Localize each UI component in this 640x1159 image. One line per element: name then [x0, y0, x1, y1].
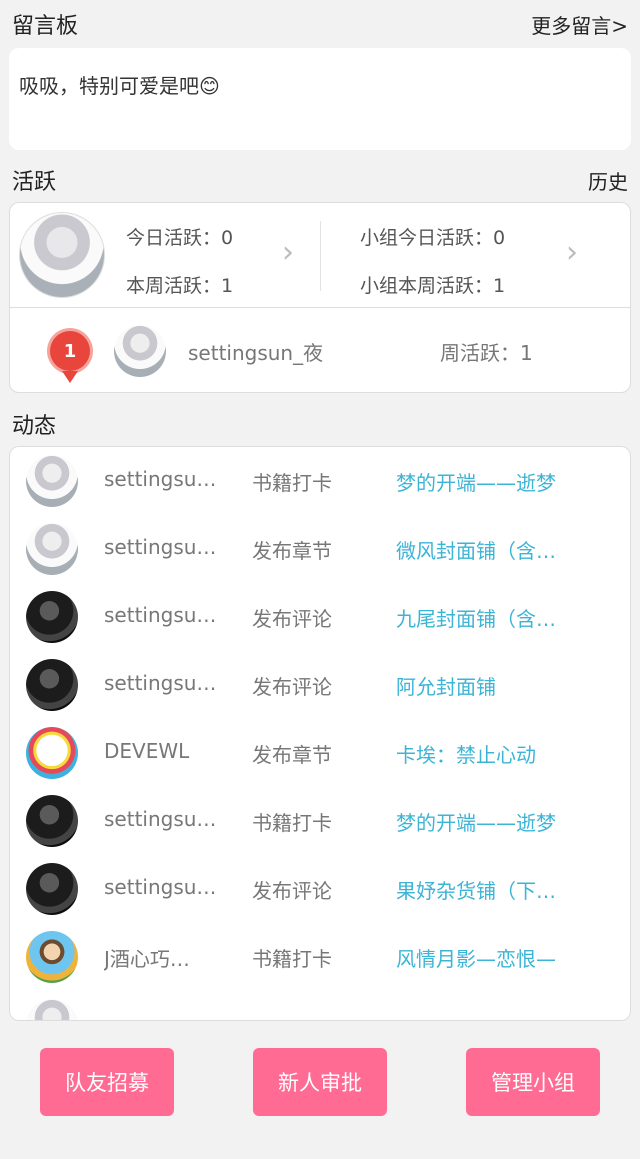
list-item[interactable]: settingsu… 书籍打卡 梦的开端——逝梦	[10, 787, 630, 855]
feed-target-link[interactable]: 梦的开端——逝梦	[396, 807, 596, 836]
group-today-activity: 小组今日活跃：0	[360, 227, 506, 249]
rank-row[interactable]: 1 settingsun_夜 周活跃：1	[10, 309, 630, 393]
rank-week-activity: 周活跃：1	[440, 341, 533, 365]
avatar	[26, 727, 78, 779]
chevron-right-icon[interactable]: ›	[566, 235, 578, 270]
feed-target-link[interactable]: 果妤杂货铺（下…	[396, 875, 596, 904]
feed-action: 发布章节	[252, 743, 332, 767]
feed-target-link[interactable]: 九尾封面铺（含…	[396, 603, 596, 632]
avatar	[26, 795, 78, 847]
feed-action: 书籍打卡	[252, 811, 332, 835]
feed-target-link[interactable]: 微风封面铺（含…	[396, 535, 596, 564]
activity-card: 今日活跃：0 本周活跃：1 › 小组今日活跃：0 小组本周活跃：1 › 1 se…	[9, 202, 631, 393]
recruit-button[interactable]: 队友招募	[40, 1048, 174, 1116]
list-item[interactable]: settingsu… 发布评论 阿允封面铺	[10, 651, 630, 719]
feed-action: 书籍打卡	[252, 947, 332, 971]
feed-target-link[interactable]: 阿允封面铺	[396, 671, 596, 700]
list-item[interactable]	[10, 991, 630, 1020]
feed-username: DEVEWL	[104, 739, 190, 763]
message-text: 吸吸，特别可爱是吧😊	[19, 74, 220, 98]
feed-header: 动态	[0, 406, 640, 442]
week-activity: 本周活跃：1	[126, 275, 234, 297]
feed-action: 发布评论	[252, 675, 332, 699]
feed-action: 发布章节	[252, 539, 332, 563]
activity-header: 活跃 历史	[0, 162, 640, 198]
feed-username: settingsu…	[104, 603, 217, 627]
list-item[interactable]: J酒心巧… 书籍打卡 风情月影—恋恨—	[10, 923, 630, 991]
avatar[interactable]	[19, 212, 105, 298]
list-item[interactable]: settingsu… 发布评论 九尾封面铺（含…	[10, 583, 630, 651]
list-item[interactable]: DEVEWL 发布章节 卡埃：禁止心动	[10, 719, 630, 787]
list-item[interactable]: settingsu… 发布评论 果妤杂货铺（下…	[10, 855, 630, 923]
today-activity: 今日活跃：0	[126, 227, 234, 249]
divider	[320, 221, 321, 291]
manage-group-button[interactable]: 管理小组	[466, 1048, 600, 1116]
feed-target-link[interactable]: 风情月影—恋恨—	[396, 943, 596, 972]
medal-icon: 1	[50, 331, 90, 383]
avatar	[26, 523, 78, 575]
feed-username: settingsu…	[104, 535, 217, 559]
avatar	[26, 659, 78, 711]
feed-list[interactable]: settingsu… 书籍打卡 梦的开端——逝梦 settingsu… 发布章节…	[9, 446, 631, 1021]
feed-username: settingsu…	[104, 671, 217, 695]
feed-action: 发布评论	[252, 607, 332, 631]
message-board-header: 留言板 更多留言>	[0, 6, 640, 42]
approve-button[interactable]: 新人审批	[253, 1048, 387, 1116]
activity-stats: 今日活跃：0 本周活跃：1 › 小组今日活跃：0 小组本周活跃：1 ›	[10, 203, 630, 308]
rank-username: settingsun_夜	[188, 341, 324, 365]
more-messages-link[interactable]: 更多留言>	[531, 10, 628, 39]
avatar	[26, 931, 78, 983]
list-item[interactable]: settingsu… 发布章节 微风封面铺（含…	[10, 515, 630, 583]
feed-username: settingsu…	[104, 467, 217, 491]
avatar	[26, 999, 78, 1020]
feed-action: 发布评论	[252, 879, 332, 903]
avatar	[114, 325, 166, 377]
feed-title: 动态	[12, 414, 57, 439]
activity-title: 活跃	[12, 170, 57, 195]
feed-username: J酒心巧…	[104, 947, 190, 971]
avatar	[26, 455, 78, 507]
feed-username: settingsu…	[104, 875, 217, 899]
message-board-title: 留言板	[12, 14, 79, 39]
message-card: 吸吸，特别可爱是吧😊	[9, 48, 631, 150]
avatar	[26, 863, 78, 915]
history-link[interactable]: 历史	[588, 166, 628, 195]
feed-target-link[interactable]: 梦的开端——逝梦	[396, 467, 596, 496]
feed-action: 书籍打卡	[252, 471, 332, 495]
feed-username: settingsu…	[104, 807, 217, 831]
avatar	[26, 591, 78, 643]
group-week-activity: 小组本周活跃：1	[360, 275, 506, 297]
list-item[interactable]: settingsu… 书籍打卡 梦的开端——逝梦	[10, 447, 630, 515]
chevron-right-icon[interactable]: ›	[282, 235, 294, 270]
feed-target-link[interactable]: 卡埃：禁止心动	[396, 739, 596, 768]
